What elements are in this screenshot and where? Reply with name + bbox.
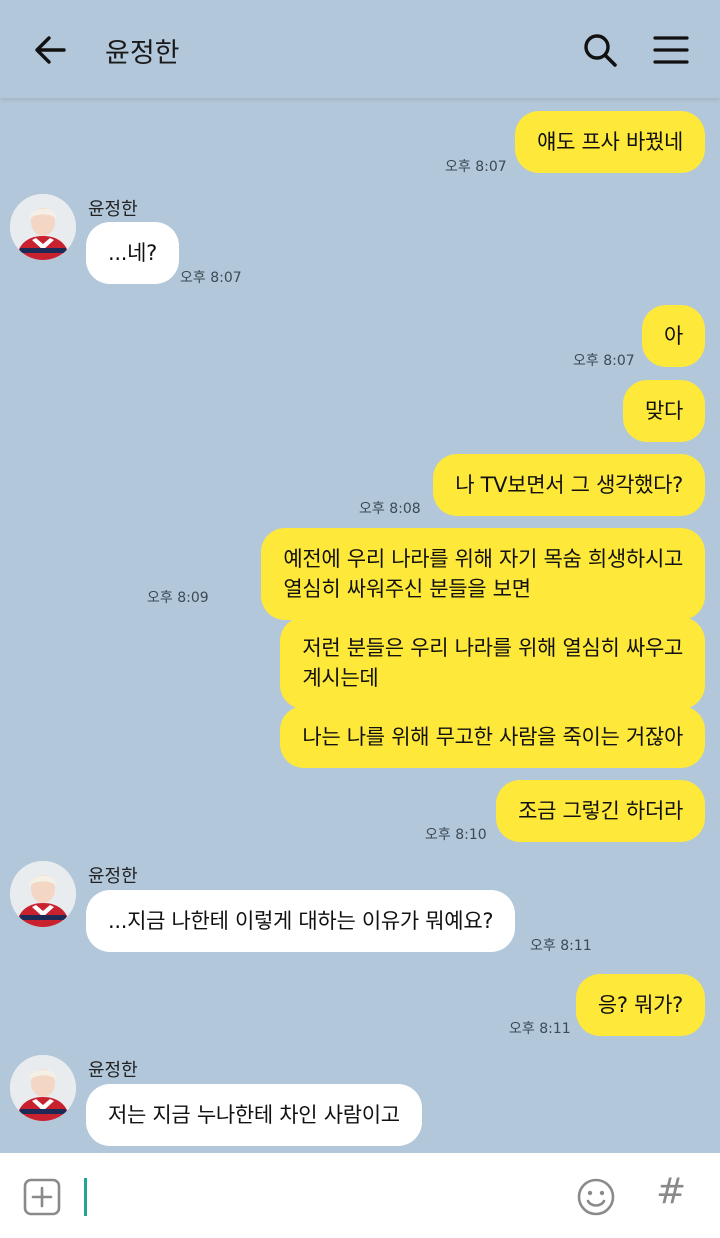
sender-name: 윤정한 [88, 1060, 138, 1081]
profile-photo [10, 1055, 76, 1121]
search-button[interactable] [580, 30, 620, 70]
my-message-bubble[interactable]: 응? 뭐가? [575, 974, 705, 1036]
search-icon [584, 34, 617, 67]
message-timestamp: 오후 8:10 [425, 827, 487, 843]
message-input-bar: # [0, 1153, 720, 1238]
message-text: 나 TV보면서 그 생각했다? [455, 473, 683, 497]
message-text: 얘도 프사 바꿨네 [537, 130, 683, 154]
hashtag-button[interactable]: # [656, 1171, 686, 1212]
message-input-field[interactable] [84, 1178, 87, 1216]
message-text: 응? 뭐가? [597, 993, 683, 1017]
chat-title: 윤정한 [105, 38, 180, 69]
emoji-button[interactable] [576, 1177, 616, 1217]
back-button[interactable] [30, 30, 70, 70]
hamburger-menu-icon [653, 36, 689, 64]
sender-name: 윤정한 [88, 199, 138, 220]
their-message-bubble[interactable]: ...지금 나한테 이렇게 대하는 이유가 뭐예요? [86, 890, 516, 952]
their-message-bubble[interactable]: ...네? [86, 222, 179, 284]
their-message-bubble[interactable]: 저는 지금 누나한테 차인 사람이고 [86, 1084, 422, 1146]
message-timestamp: 오후 8:11 [530, 938, 592, 954]
my-message-bubble[interactable]: 저런 분들은 우리 나라를 위해 열심히 싸우고 계시는데 [280, 617, 705, 709]
my-message-bubble[interactable]: 맞다 [622, 380, 705, 442]
message-timestamp: 오후 8:07 [573, 353, 635, 369]
profile-photo [10, 194, 76, 260]
chat-header: 윤정한 [0, 0, 720, 98]
message-text: 아 [663, 324, 683, 348]
chat-message-list[interactable]: 얘도 프사 바꿨네 오후 8:07 윤정한 ...네? 오후 8:07 아 오후… [0, 98, 720, 1153]
sender-name: 윤정한 [88, 866, 138, 887]
message-timestamp: 오후 8:07 [445, 159, 507, 175]
my-message-bubble[interactable]: 아 [641, 305, 705, 367]
my-message-bubble[interactable]: 예전에 우리 나라를 위해 자기 목숨 희생하시고 열심히 싸워주신 분들을 보… [261, 528, 705, 620]
my-message-bubble[interactable]: 나는 나를 위해 무고한 사람을 죽이는 거잖아 [280, 706, 705, 768]
avatar[interactable] [10, 1055, 76, 1121]
message-text-line: 저런 분들은 우리 나라를 위해 열심히 싸우고 [302, 636, 683, 660]
emoji-icon [577, 1178, 615, 1216]
my-message-bubble[interactable]: 나 TV보면서 그 생각했다? [433, 454, 705, 516]
my-message-bubble[interactable]: 조금 그렇긴 하더라 [496, 780, 705, 842]
message-text-line: 열심히 싸워주신 분들을 보면 [283, 577, 531, 601]
menu-button[interactable] [651, 30, 691, 70]
message-timestamp: 오후 8:09 [147, 590, 209, 606]
message-text: ...네? [108, 241, 157, 265]
message-timestamp: 오후 8:11 [509, 1021, 571, 1037]
message-text-line: 예전에 우리 나라를 위해 자기 목숨 희생하시고 [283, 547, 683, 571]
avatar[interactable] [10, 194, 76, 260]
message-text: 저는 지금 누나한테 차인 사람이고 [108, 1103, 400, 1127]
avatar[interactable] [10, 861, 76, 927]
arrow-left-icon [35, 36, 66, 64]
message-text: 조금 그렇긴 하더라 [518, 799, 683, 823]
plus-square-icon [23, 1178, 61, 1216]
message-timestamp: 오후 8:08 [359, 501, 421, 517]
message-timestamp: 오후 8:07 [180, 270, 242, 286]
attach-button[interactable] [22, 1177, 62, 1217]
message-text: 나는 나를 위해 무고한 사람을 죽이는 거잖아 [302, 725, 683, 749]
message-text: 맞다 [644, 399, 683, 423]
profile-photo [10, 861, 76, 927]
my-message-bubble[interactable]: 얘도 프사 바꿨네 [515, 111, 705, 173]
message-text: ...지금 나한테 이렇게 대하는 이유가 뭐예요? [108, 909, 494, 933]
message-text-line: 계시는데 [302, 666, 379, 690]
